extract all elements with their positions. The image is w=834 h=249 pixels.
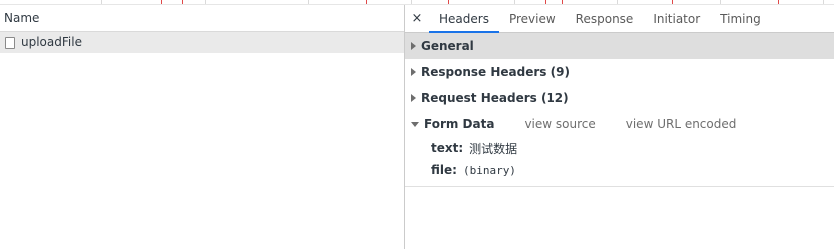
devtools-network-panel: Name uploadFile × Headers Preview Respon… <box>0 0 834 249</box>
section-divider <box>405 186 834 187</box>
request-list: Name uploadFile <box>0 5 405 249</box>
tab-headers[interactable]: Headers <box>429 5 499 33</box>
tab-label: Response <box>575 11 634 26</box>
timeline-marker <box>562 0 563 4</box>
request-row[interactable]: uploadFile <box>0 32 404 53</box>
tab-initiator[interactable]: Initiator <box>643 5 710 32</box>
name-column-label: Name <box>4 11 40 25</box>
request-name: uploadFile <box>21 35 82 49</box>
tab-label: Initiator <box>653 11 701 26</box>
triangle-right-icon <box>411 94 416 102</box>
tab-preview[interactable]: Preview <box>499 5 566 32</box>
tab-timing[interactable]: Timing <box>710 5 771 32</box>
timeline-marker <box>161 0 162 4</box>
timeline-tick <box>617 0 618 4</box>
section-title: General <box>421 39 474 53</box>
timeline-tick <box>101 0 102 4</box>
section-title: Form Data <box>424 117 495 131</box>
file-icon <box>5 36 15 49</box>
timeline-tick <box>823 0 824 4</box>
view-url-encoded-link[interactable]: view URL encoded <box>626 117 737 131</box>
timeline-tick <box>205 0 206 4</box>
section-title: Response Headers (9) <box>421 65 570 79</box>
form-field-row: file: (binary) <box>405 159 834 181</box>
timeline-tick <box>411 0 412 4</box>
triangle-right-icon <box>411 42 416 50</box>
timeline-marker <box>778 0 779 4</box>
form-field-key: text: <box>431 141 464 155</box>
tab-label: Preview <box>508 11 556 26</box>
details-tabbar: × Headers Preview Response Initiator Tim… <box>405 5 834 33</box>
timeline-marker <box>545 0 546 4</box>
name-column-header[interactable]: Name <box>0 5 404 32</box>
view-source-link[interactable]: view source <box>524 117 595 131</box>
form-field-row: text: 测试数据 <box>405 137 834 159</box>
form-field-value: (binary) <box>462 163 516 177</box>
tab-label: Timing <box>720 11 761 26</box>
timeline-marker <box>182 0 183 4</box>
timeline-tick <box>308 0 309 4</box>
close-icon[interactable]: × <box>405 5 429 32</box>
request-details: × Headers Preview Response Initiator Tim… <box>405 5 834 249</box>
tab-response[interactable]: Response <box>566 5 644 32</box>
section-form-data[interactable]: Form Data view source view URL encoded <box>405 111 834 137</box>
timeline-tick <box>720 0 721 4</box>
timeline-marker <box>672 0 673 4</box>
timeline-marker <box>366 0 367 4</box>
timeline-tick <box>514 0 515 4</box>
section-request-headers[interactable]: Request Headers (12) <box>405 85 834 111</box>
form-field-value: 测试数据 <box>469 141 518 156</box>
triangle-down-icon <box>411 121 419 127</box>
tab-label: Headers <box>439 11 489 26</box>
timeline-marker <box>448 0 449 4</box>
triangle-right-icon <box>411 68 416 76</box>
section-response-headers[interactable]: Response Headers (9) <box>405 59 834 85</box>
form-field-key: file: <box>431 163 457 177</box>
section-title: Request Headers (12) <box>421 91 569 105</box>
section-general[interactable]: General <box>405 33 834 59</box>
